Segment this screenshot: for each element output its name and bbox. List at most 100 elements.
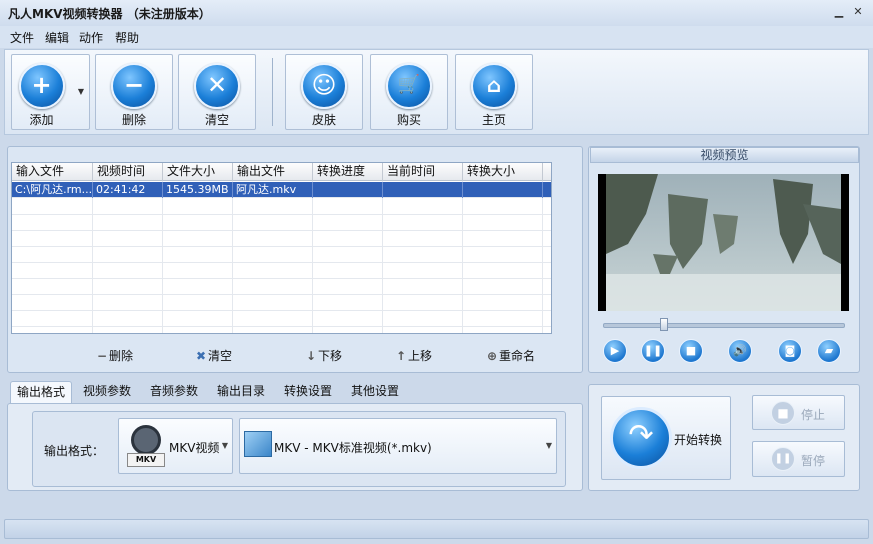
col-output-file[interactable]: 输出文件: [233, 163, 313, 181]
add-button[interactable]: + ▼ 添加: [11, 54, 90, 130]
table-row[interactable]: [12, 231, 551, 247]
stop-icon: ■: [771, 401, 795, 425]
col-current-time[interactable]: 当前时间: [383, 163, 463, 181]
arrow-down-icon: ↓: [305, 349, 317, 363]
video-frame-image: [606, 174, 841, 311]
col-video-time[interactable]: 视频时间: [93, 163, 163, 181]
tab-other-settings[interactable]: 其他设置: [345, 381, 405, 403]
col-input-file[interactable]: 输入文件: [12, 163, 93, 181]
clear-label: 清空: [204, 113, 229, 127]
table-row[interactable]: [12, 263, 551, 279]
stop-icon[interactable]: ■: [679, 339, 703, 363]
mkv-icon-text: MKV: [127, 453, 165, 467]
col-converted-size[interactable]: 转换大小: [463, 163, 543, 181]
pause-icon[interactable]: ❚❚: [641, 339, 665, 363]
table-header: 输入文件 视频时间 文件大小 输出文件 转换进度 当前时间 转换大小: [12, 163, 551, 181]
output-format-label: 输出格式：: [44, 444, 105, 458]
minimize-icon[interactable]: ▁: [832, 5, 846, 19]
rename-icon: ⊕: [486, 349, 498, 363]
pause-button[interactable]: ❚❚ 暂停: [752, 441, 845, 477]
open-folder-icon[interactable]: ▰: [817, 339, 841, 363]
cell-current-time: [383, 182, 463, 198]
plus-icon: +: [18, 63, 65, 109]
start-convert-button[interactable]: ↷ 开始转换: [601, 396, 731, 480]
home-button[interactable]: ⌂ 主页: [455, 54, 533, 130]
move-up-label: 上移: [408, 349, 433, 363]
menu-file[interactable]: 文件: [10, 29, 34, 46]
chevron-down-icon: ▼: [221, 441, 228, 450]
cell-file-size: 1545.39MB: [163, 182, 233, 198]
rename-label: 重命名: [499, 349, 536, 363]
minus-icon: −: [111, 63, 157, 109]
toolbar-separator: [272, 58, 273, 126]
volume-icon[interactable]: 🔊: [728, 339, 752, 363]
list-delete-label: 删除: [109, 349, 134, 363]
file-table: 输入文件 视频时间 文件大小 输出文件 转换进度 当前时间 转换大小 C:\阿凡…: [11, 162, 552, 334]
home-label: 主页: [481, 113, 506, 127]
arrow-up-icon: ↑: [395, 349, 407, 363]
seek-bar[interactable]: [603, 323, 845, 328]
col-progress[interactable]: 转换进度: [313, 163, 383, 181]
tab-output-format[interactable]: 输出格式: [10, 381, 73, 403]
delete-button[interactable]: − 删除: [95, 54, 173, 130]
format-preset-value: MKV - MKV标准视频(*.mkv): [274, 441, 432, 455]
cell-converted-size: [463, 182, 543, 198]
menu-edit[interactable]: 编辑: [45, 29, 69, 46]
table-row[interactable]: [12, 247, 551, 263]
menu-action[interactable]: 动作: [79, 29, 103, 46]
move-down-label: 下移: [318, 349, 343, 363]
video-preview: [598, 174, 849, 311]
start-convert-label: 开始转换: [674, 433, 723, 447]
preset-cube-icon: [244, 431, 272, 457]
tab-video-params[interactable]: 视频参数: [77, 381, 137, 403]
skin-button[interactable]: ☺ 皮肤: [285, 54, 363, 130]
cart-icon: 🛒: [386, 63, 432, 109]
format-category-value: MKV视频: [169, 441, 220, 455]
window-title: 凡人MKV视频转换器 （未注册版本）: [8, 7, 211, 21]
cell-output-file: 阿凡达.mkv: [233, 182, 313, 198]
snapshot-camera-icon[interactable]: ◙: [778, 339, 802, 363]
minus-icon: −: [96, 349, 108, 363]
menu-help[interactable]: 帮助: [115, 29, 139, 46]
list-clear-button[interactable]: ✖ 清空: [194, 347, 232, 364]
stop-button[interactable]: ■ 停止: [752, 395, 845, 430]
tab-conversion-settings[interactable]: 转换设置: [278, 381, 338, 403]
home-icon: ⌂: [471, 63, 517, 109]
cell-video-time: 02:41:42: [93, 182, 163, 198]
table-row[interactable]: [12, 311, 551, 327]
dropdown-arrow-icon[interactable]: ▼: [78, 87, 84, 96]
format-preset-select[interactable]: MKV - MKV标准视频(*.mkv) ▼: [239, 418, 557, 474]
move-up-button[interactable]: ↑ 上移: [394, 347, 432, 364]
x-icon: ✖: [195, 349, 207, 363]
smiley-icon: ☺: [301, 63, 347, 109]
table-row[interactable]: [12, 215, 551, 231]
format-category-select[interactable]: MKV MKV视频 ▼: [118, 418, 233, 474]
list-delete-button[interactable]: − 删除: [95, 347, 133, 364]
list-clear-label: 清空: [208, 349, 233, 363]
add-label: 添加: [29, 113, 54, 127]
buy-button[interactable]: 🛒 购买: [370, 54, 448, 130]
x-icon: ✕: [194, 63, 240, 109]
table-row[interactable]: [12, 295, 551, 311]
rename-button[interactable]: ⊕ 重命名: [485, 347, 535, 364]
col-file-size[interactable]: 文件大小: [163, 163, 233, 181]
table-row[interactable]: C:\阿凡达.rm... 02:41:42 1545.39MB 阿凡达.mkv: [12, 182, 551, 198]
chevron-down-icon: ▼: [545, 441, 552, 450]
stop-label: 停止: [801, 408, 826, 422]
buy-label: 购买: [396, 113, 421, 127]
cell-input-file: C:\阿凡达.rm...: [12, 182, 93, 198]
tab-output-directory[interactable]: 输出目录: [211, 381, 271, 403]
convert-arrow-icon: ↷: [610, 407, 672, 469]
table-row[interactable]: [12, 279, 551, 295]
delete-label: 删除: [121, 113, 146, 127]
pause-icon: ❚❚: [771, 447, 795, 471]
table-row[interactable]: [12, 199, 551, 215]
seek-thumb[interactable]: [659, 318, 668, 331]
close-icon[interactable]: ✕: [851, 5, 865, 19]
clear-button[interactable]: ✕ 清空: [178, 54, 256, 130]
play-icon[interactable]: ▶: [603, 339, 627, 363]
move-down-button[interactable]: ↓ 下移: [304, 347, 342, 364]
tab-audio-params[interactable]: 音频参数: [144, 381, 204, 403]
skin-label: 皮肤: [311, 113, 336, 127]
cell-progress: [313, 182, 383, 198]
